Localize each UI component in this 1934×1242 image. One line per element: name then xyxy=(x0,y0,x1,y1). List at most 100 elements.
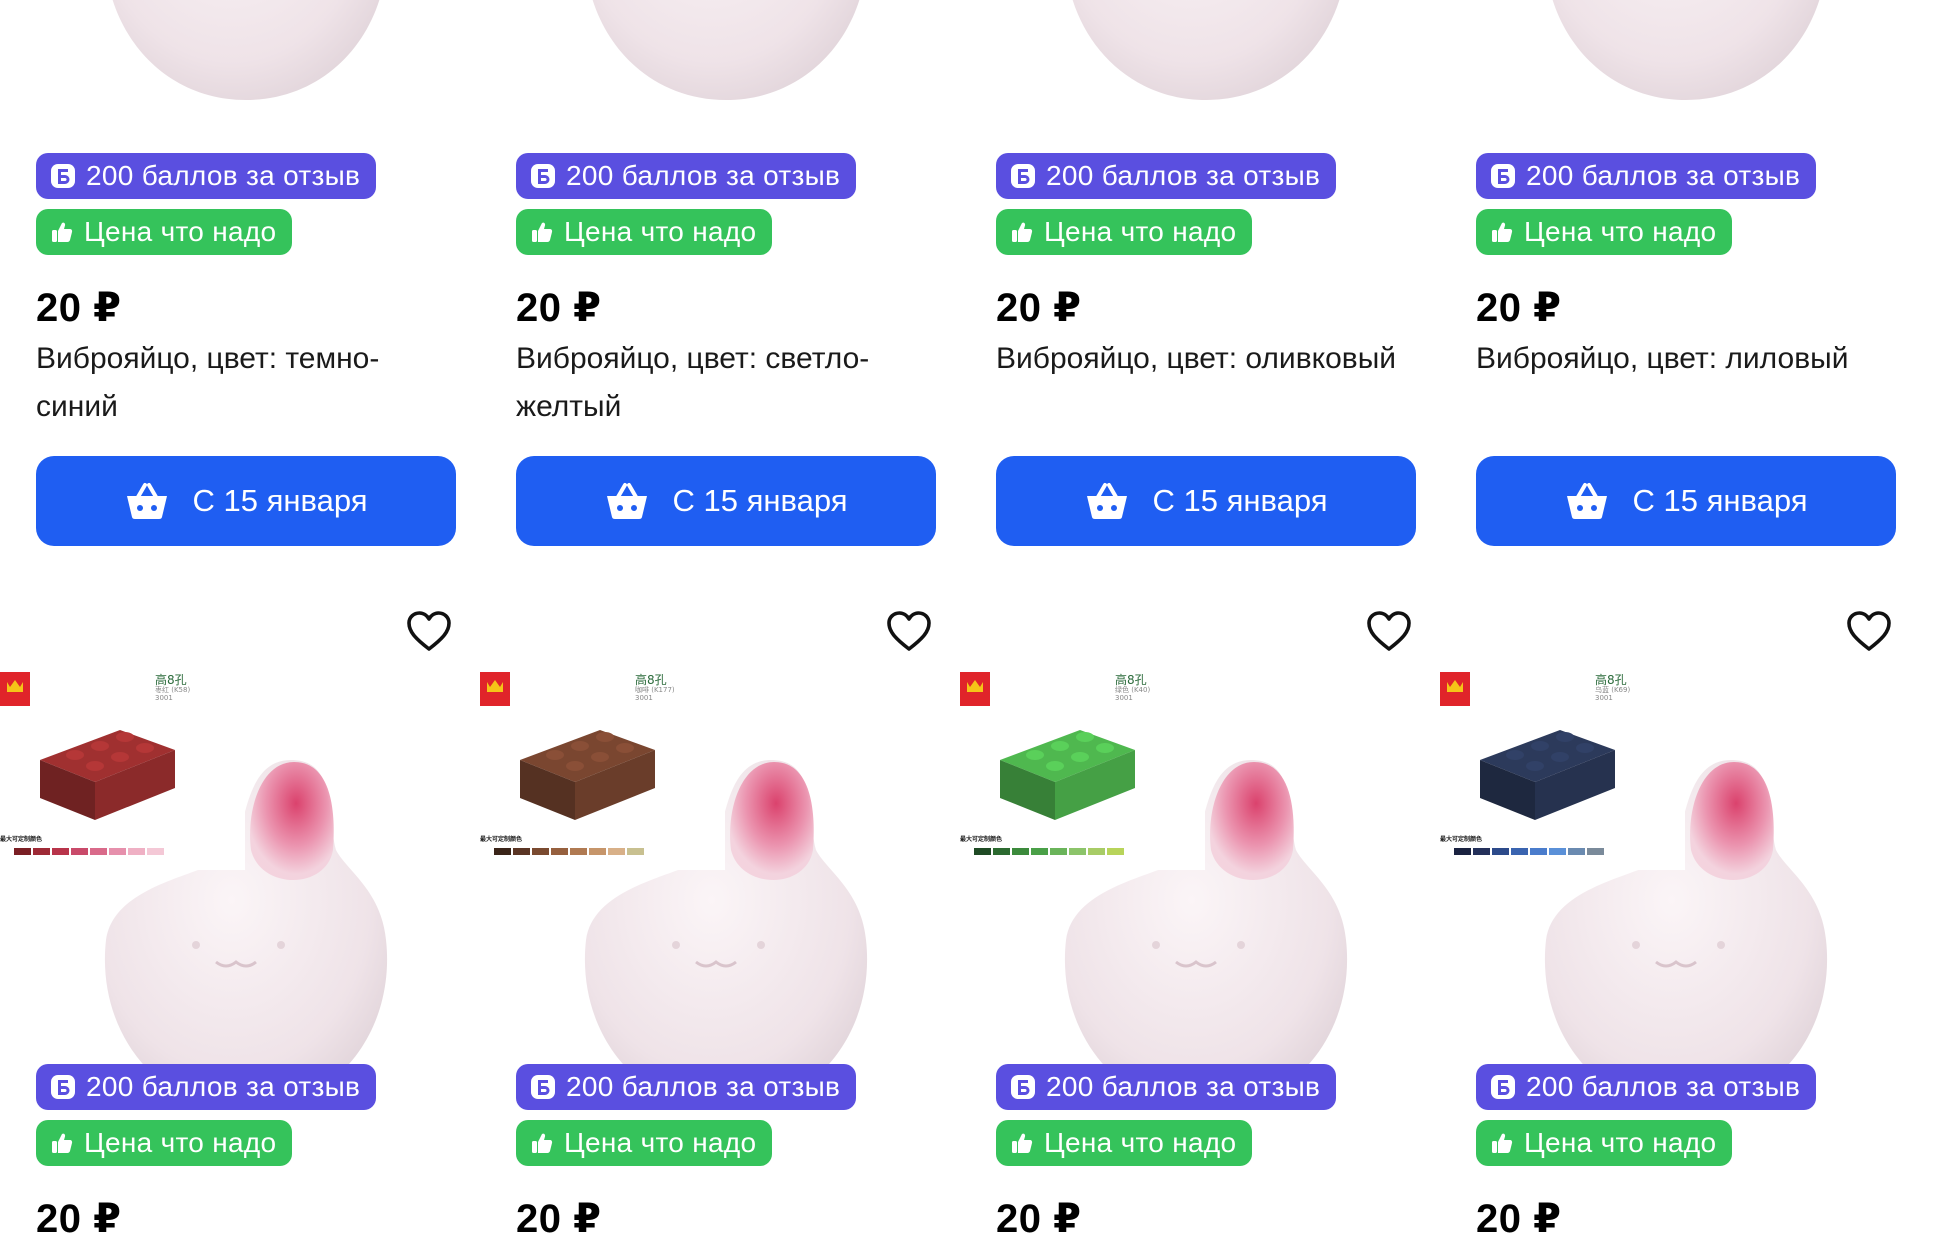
basket-icon xyxy=(124,481,170,521)
badges: 200 баллов за отзыв Цена что надо xyxy=(1476,1064,1817,1166)
product-card[interactable]: 最大可定制颜色 高8孔 乌蓝 (K69) 3001 200 баллов за … xyxy=(1440,600,1896,1241)
price-tag-badge: Цена что надо xyxy=(996,1120,1253,1166)
points-badge: 200 баллов за отзыв xyxy=(996,153,1337,199)
badges: 200 баллов за отзыв Цена что надо xyxy=(996,153,1337,255)
product-price: 20 ₽ xyxy=(516,1197,602,1241)
price-tag-badge: Цена что надо xyxy=(516,1120,773,1166)
points-b-icon xyxy=(530,163,556,189)
color-swatch xyxy=(109,848,126,855)
price-tag-badge-label: Цена что надо xyxy=(564,216,757,247)
thumbs-up-icon xyxy=(1010,220,1034,244)
product-price: 20 ₽ xyxy=(1476,286,1562,330)
egg-vibrator-image xyxy=(592,0,860,100)
points-b-icon xyxy=(1010,1074,1036,1100)
product-image[interactable] xyxy=(996,0,1416,155)
brick-caption: 高8孔 咖啡 (K177) 3001 xyxy=(635,673,675,703)
points-badge-label: 200 баллов за отзыв xyxy=(566,1071,841,1102)
brick-code: 3001 xyxy=(1595,693,1613,702)
points-badge-label: 200 баллов за отзыв xyxy=(1046,1071,1321,1102)
favorite-button[interactable] xyxy=(1844,610,1894,656)
product-title[interactable]: Виброяйцо, цвет: светло-желтый xyxy=(516,335,926,431)
badges: 200 баллов за отзыв Цена что надо xyxy=(36,153,377,255)
color-swatch xyxy=(570,848,587,855)
thumbs-up-icon xyxy=(530,1131,554,1155)
favorite-button[interactable] xyxy=(1364,610,1414,656)
points-badge-label: 200 баллов за отзыв xyxy=(1046,160,1321,191)
palette-label: 最大可定制颜色 xyxy=(1440,835,1482,843)
thumbs-up-icon xyxy=(50,220,74,244)
add-to-cart-button[interactable]: С 15 января xyxy=(36,456,456,546)
palette-label: 最大可定制颜色 xyxy=(0,835,42,843)
color-swatch xyxy=(494,848,511,855)
color-swatch xyxy=(589,848,606,855)
price-tag-badge: Цена что надо xyxy=(36,209,293,255)
add-to-cart-label: С 15 января xyxy=(1632,483,1808,518)
product-price: 20 ₽ xyxy=(996,1197,1082,1241)
favorite-button[interactable] xyxy=(884,610,934,656)
color-swatch xyxy=(14,848,31,855)
product-price: 20 ₽ xyxy=(36,1197,122,1241)
product-grid: 200 баллов за отзыв Цена что надо 20 ₽ В… xyxy=(0,0,1896,1241)
badges: 200 баллов за отзыв Цена что надо xyxy=(996,1064,1337,1166)
color-swatch xyxy=(627,848,644,855)
lego-brick-image xyxy=(40,730,175,820)
product-card[interactable]: 最大可定制颜色 高8孔 咖啡 (K177) 3001 200 баллов за… xyxy=(480,600,936,1241)
thumbs-up-icon xyxy=(1490,1131,1514,1155)
product-title[interactable]: Виброяйцо, цвет: лиловый xyxy=(1476,335,1886,383)
color-swatch xyxy=(147,848,164,855)
product-card[interactable]: 200 баллов за отзыв Цена что надо 20 ₽ В… xyxy=(516,0,936,546)
product-image[interactable]: 最大可定制颜色 高8孔 咖啡 (K177) 3001 xyxy=(480,600,936,1140)
product-title[interactable]: Виброяйцо, цвет: темно-синий xyxy=(36,335,446,431)
thumbs-up-icon xyxy=(1490,220,1514,244)
add-to-cart-label: С 15 января xyxy=(672,483,848,518)
add-to-cart-button[interactable]: С 15 января xyxy=(996,456,1416,546)
product-image[interactable] xyxy=(516,0,936,155)
wange-crown-logo xyxy=(1440,672,1470,706)
heart-icon xyxy=(1366,610,1412,657)
color-swatch xyxy=(1587,848,1604,855)
thumbs-up-icon xyxy=(50,1131,74,1155)
basket-icon xyxy=(604,481,650,521)
price-tag-badge-label: Цена что надо xyxy=(84,216,277,247)
color-swatch xyxy=(1530,848,1547,855)
badges: 200 баллов за отзыв Цена что надо xyxy=(516,153,857,255)
color-swatch xyxy=(532,848,549,855)
product-image[interactable] xyxy=(1476,0,1896,155)
points-badge-label: 200 баллов за отзыв xyxy=(566,160,841,191)
color-swatch xyxy=(1050,848,1067,855)
price-tag-badge-label: Цена что надо xyxy=(1044,216,1237,247)
color-swatch xyxy=(1511,848,1528,855)
brick-insert: 最大可定制颜色 高8孔 绿色 (K40) 3001 xyxy=(960,670,1205,870)
points-badge-label: 200 баллов за отзыв xyxy=(86,160,361,191)
color-swatch xyxy=(608,848,625,855)
product-image[interactable] xyxy=(36,0,456,155)
points-b-icon xyxy=(1490,163,1516,189)
brick-caption: 高8孔 绿色 (K40) 3001 xyxy=(1115,673,1150,703)
product-card[interactable]: 200 баллов за отзыв Цена что надо 20 ₽ В… xyxy=(996,0,1416,546)
color-swatch xyxy=(33,848,50,855)
product-card[interactable]: 最大可定制颜色 高8孔 绿色 (K40) 3001 200 баллов за … xyxy=(960,600,1416,1241)
add-to-cart-button[interactable]: С 15 января xyxy=(516,456,936,546)
favorite-button[interactable] xyxy=(404,610,454,656)
product-image[interactable]: 最大可定制颜色 高8孔 枣红 (K58) 3001 xyxy=(0,600,456,1140)
add-to-cart-button[interactable]: С 15 января xyxy=(1476,456,1896,546)
color-swatch xyxy=(1473,848,1490,855)
product-card[interactable]: 200 баллов за отзыв Цена что надо 20 ₽ В… xyxy=(1476,0,1896,546)
color-swatch xyxy=(551,848,568,855)
points-b-icon xyxy=(530,1074,556,1100)
color-swatch xyxy=(1107,848,1124,855)
heart-icon xyxy=(886,610,932,657)
product-title[interactable]: Виброяйцо, цвет: оливковый xyxy=(996,335,1406,383)
product-card[interactable]: 最大可定制颜色 高8孔 枣红 (K58) 3001 200 баллов за … xyxy=(0,600,456,1241)
palette-label: 最大可定制颜色 xyxy=(960,835,1002,843)
product-card[interactable]: 200 баллов за отзыв Цена что надо 20 ₽ В… xyxy=(36,0,456,546)
badges: 200 баллов за отзыв Цена что надо xyxy=(1476,153,1817,255)
product-image[interactable]: 最大可定制颜色 高8孔 乌蓝 (K69) 3001 xyxy=(1440,600,1896,1140)
product-image[interactable]: 最大可定制颜色 高8孔 绿色 (K40) 3001 xyxy=(960,600,1416,1140)
badges: 200 баллов за отзыв Цена что надо xyxy=(516,1064,857,1166)
wange-crown-logo xyxy=(0,672,30,706)
color-swatch xyxy=(1549,848,1566,855)
product-price: 20 ₽ xyxy=(996,286,1082,330)
add-to-cart-label: С 15 января xyxy=(192,483,368,518)
points-badge: 200 баллов за отзыв xyxy=(1476,153,1817,199)
